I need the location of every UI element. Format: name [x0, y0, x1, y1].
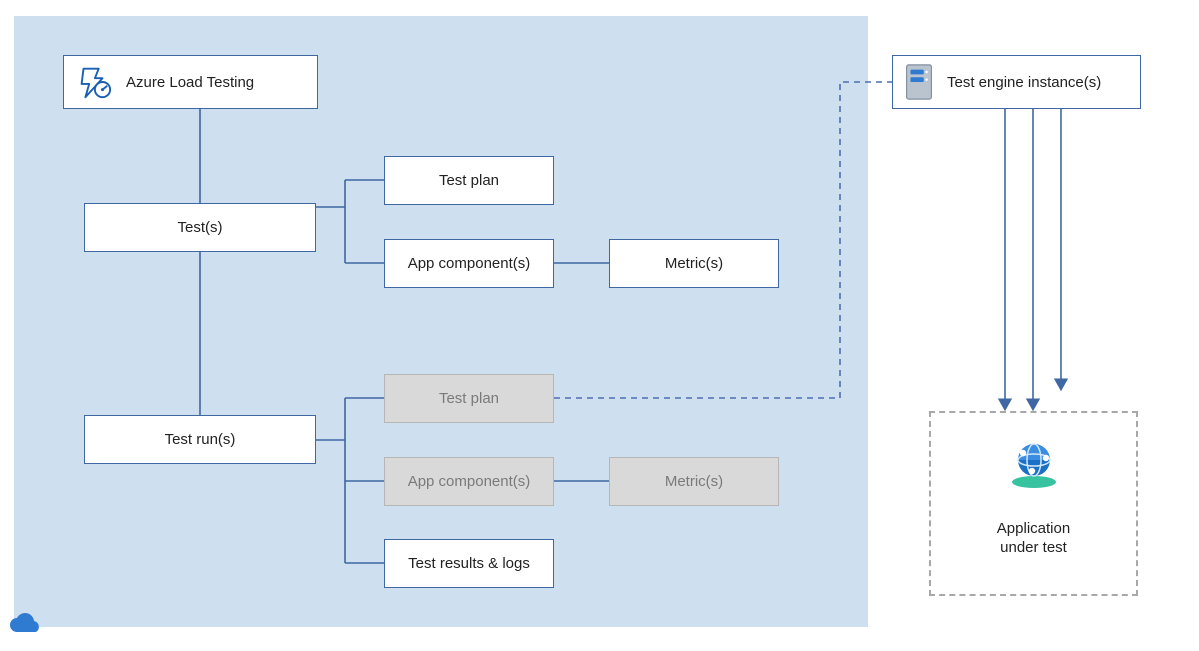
tests-box: Test(s)	[84, 203, 316, 252]
test-results-logs-label: Test results & logs	[408, 555, 530, 572]
test-plan-snapshot-label: Test plan	[439, 390, 499, 407]
tests-label: Test(s)	[178, 219, 223, 236]
test-engine-instances-box: Test engine instance(s)	[892, 55, 1141, 109]
test-results-logs-box: Test results & logs	[384, 539, 554, 588]
server-icon	[903, 63, 935, 101]
test-engine-instances-label: Test engine instance(s)	[947, 74, 1101, 91]
diagram-stage: Azure Load Testing Test(s) Test plan App…	[0, 0, 1199, 651]
test-plan-snapshot-box: Test plan	[384, 374, 554, 423]
web-app-icon	[1008, 438, 1060, 490]
metrics-snapshot-label: Metric(s)	[665, 473, 723, 490]
azure-load-testing-box: Azure Load Testing	[63, 55, 318, 109]
cloud-icon	[6, 612, 42, 636]
application-under-test-line2: under test	[929, 539, 1138, 558]
application-under-test-label: Application under test	[929, 520, 1138, 558]
app-components-snapshot-label: App component(s)	[408, 473, 531, 490]
test-plan-box: Test plan	[384, 156, 554, 205]
app-components-box: App component(s)	[384, 239, 554, 288]
app-components-snapshot-box: App component(s)	[384, 457, 554, 506]
metrics-snapshot-box: Metric(s)	[609, 457, 779, 506]
test-plan-label: Test plan	[439, 172, 499, 189]
metrics-label: Metric(s)	[665, 255, 723, 272]
app-components-label: App component(s)	[408, 255, 531, 272]
metrics-box: Metric(s)	[609, 239, 779, 288]
test-runs-label: Test run(s)	[165, 431, 236, 448]
test-runs-box: Test run(s)	[84, 415, 316, 464]
application-under-test-line1: Application	[929, 520, 1138, 539]
azure-load-testing-label: Azure Load Testing	[126, 74, 254, 91]
load-testing-icon	[74, 63, 112, 101]
